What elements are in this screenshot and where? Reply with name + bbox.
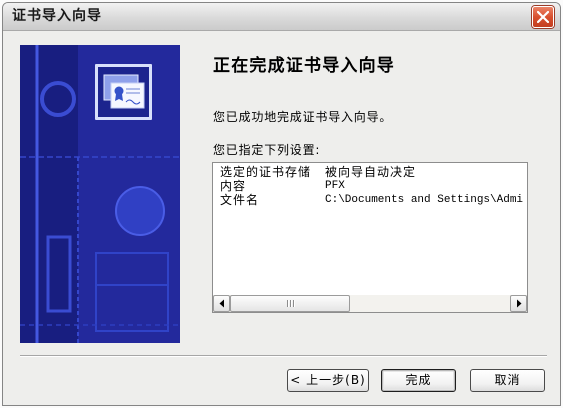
- list-row[interactable]: 文件名 C:\Documents and Settings\Admi: [213, 193, 527, 207]
- wizard-window: 证书导入向导 正在完成证书导入向导 您已成功地完成证书导入向导。 您已指定下列设…: [2, 2, 561, 406]
- wizard-banner: [20, 45, 180, 343]
- list-row[interactable]: 内容 PFX: [213, 179, 527, 193]
- settings-list[interactable]: 选定的证书存储 被向导自动决定 内容 PFX 文件名 C:\Documents …: [212, 162, 528, 313]
- certificate-icon: [95, 64, 152, 120]
- scroll-right-arrow-icon: [517, 299, 522, 308]
- scroll-right-arrow-shape: [517, 299, 522, 308]
- banner-disc: [115, 186, 165, 236]
- setting-value: 被向导自动决定: [325, 165, 417, 179]
- scroll-left-button[interactable]: [213, 295, 230, 312]
- setting-value: C:\Documents and Settings\Admi: [325, 194, 524, 206]
- close-icon: [537, 11, 549, 23]
- scroll-right-button[interactable]: [510, 295, 527, 312]
- cancel-button[interactable]: 取消: [470, 369, 545, 392]
- scroll-left-arrow-shape: [219, 299, 224, 308]
- back-button[interactable]: < 上一步(B): [287, 369, 369, 392]
- wizard-heading: 正在完成证书导入向导: [213, 56, 395, 76]
- setting-name: 选定的证书存储: [220, 165, 312, 179]
- close-button[interactable]: [532, 6, 554, 28]
- setting-name: 文件名: [220, 193, 260, 207]
- list-row[interactable]: 选定的证书存储 被向导自动决定: [213, 165, 527, 179]
- setting-name: 内容: [220, 179, 247, 193]
- settings-label: 您已指定下列设置:: [213, 143, 321, 157]
- wizard-banner-art: [20, 45, 180, 343]
- scroll-thumb[interactable]: [230, 295, 350, 312]
- finish-button[interactable]: 完成: [381, 369, 456, 392]
- horizontal-scrollbar[interactable]: [213, 295, 527, 312]
- footer-separator: [20, 355, 547, 357]
- scroll-thumb-grip: [287, 300, 294, 307]
- success-message: 您已成功地完成证书导入向导。: [213, 110, 393, 124]
- scroll-left-arrow-icon: [219, 299, 224, 308]
- window-title: 证书导入向导: [12, 8, 102, 24]
- title-bar[interactable]: 证书导入向导: [3, 3, 560, 31]
- setting-value: PFX: [325, 180, 345, 192]
